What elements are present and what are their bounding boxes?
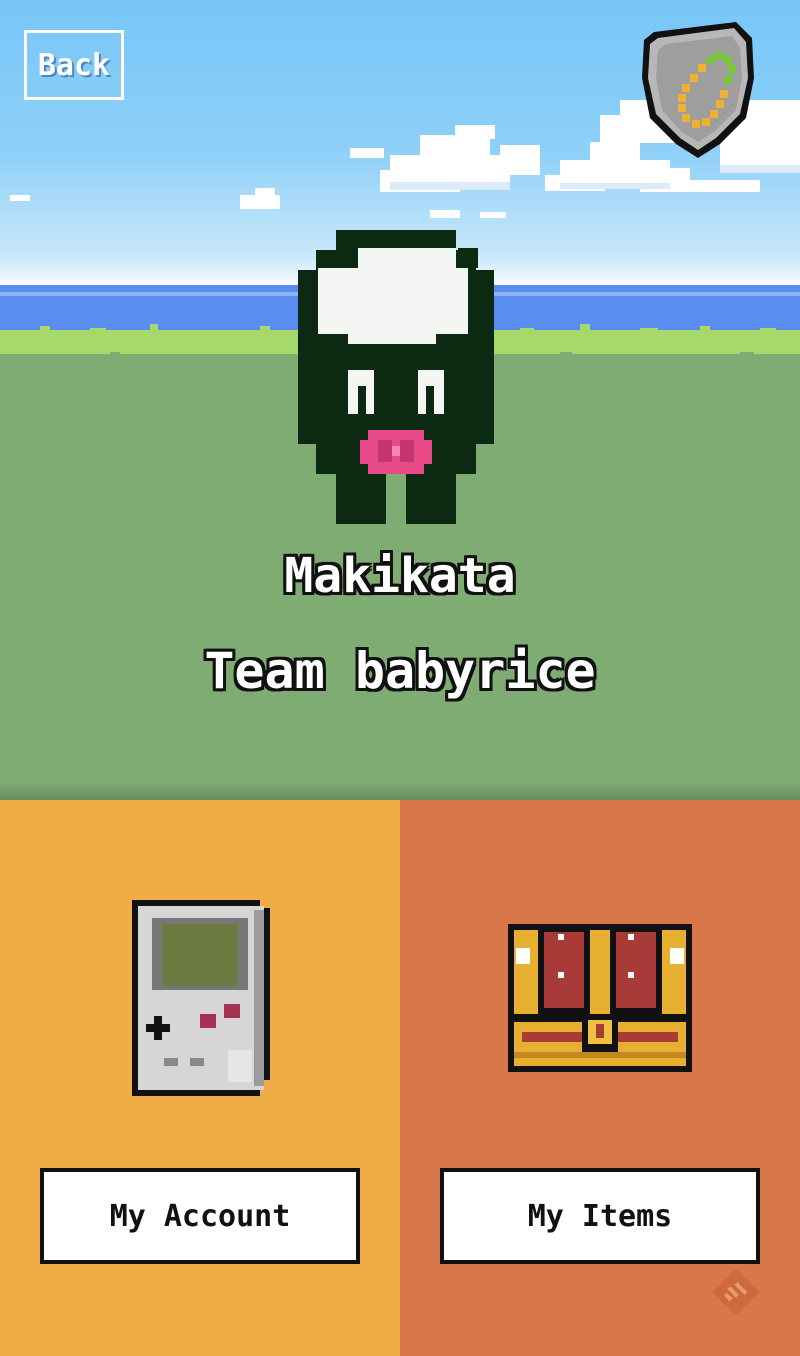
my-items-button[interactable]: My Items [440,1168,760,1264]
shield-badge-icon[interactable] [636,18,762,162]
back-button[interactable]: Back [24,30,124,100]
my-account-button[interactable]: My Account [40,1168,360,1264]
team-name: Team babyrice [204,642,596,700]
field-shadow [0,782,800,800]
account-panel: My Account [0,800,400,1356]
treasure-chest-icon[interactable] [508,924,692,1074]
feedly-icon[interactable] [710,1266,762,1318]
makikata-character[interactable] [296,230,496,530]
character-name: Makikata [284,548,516,604]
gameboy-icon[interactable] [128,900,272,1100]
